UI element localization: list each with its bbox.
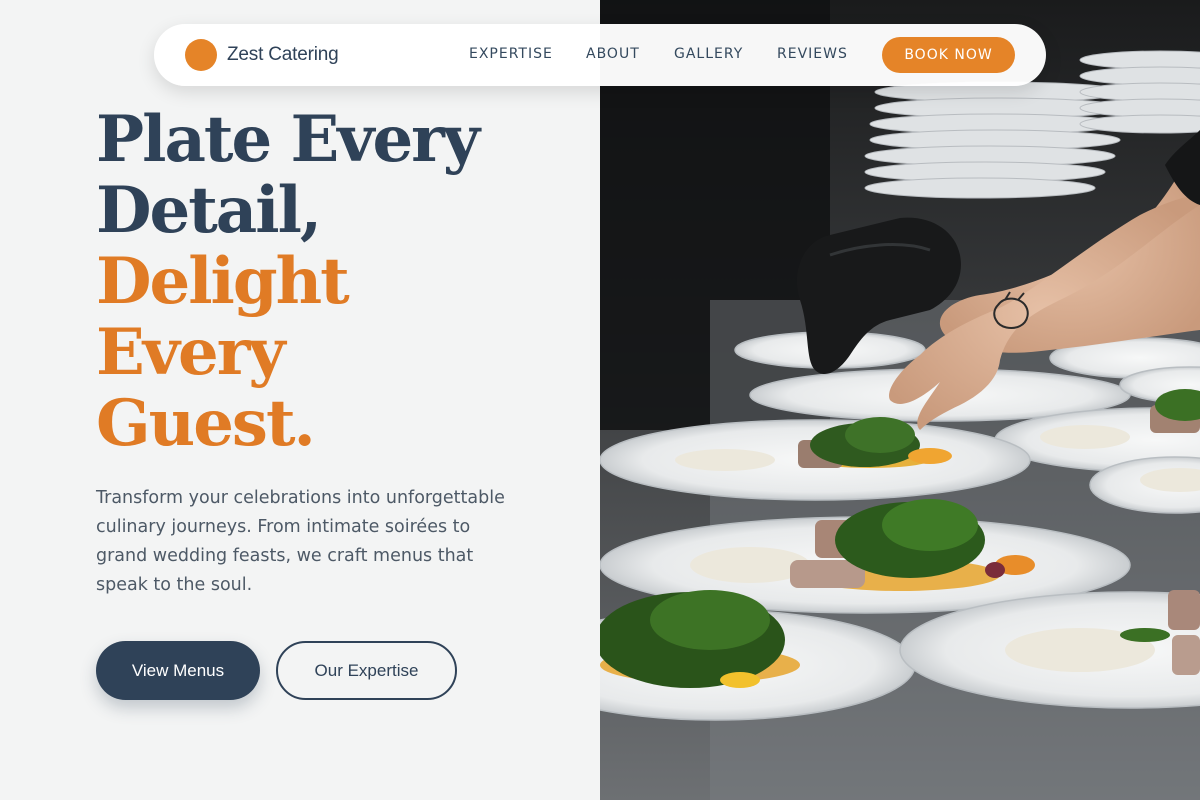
nav-link-reviews[interactable]: REVIEWS [777, 46, 848, 62]
brand-logo[interactable]: Zest Catering [185, 39, 339, 71]
headline-line-5: Guest. [96, 386, 316, 461]
nav-link-about[interactable]: ABOUT [586, 46, 640, 62]
our-expertise-button[interactable]: Our Expertise [276, 641, 457, 700]
view-menus-button[interactable]: View Menus [96, 641, 260, 700]
headline-line-1: Plate Every [96, 102, 480, 177]
headline-line-4: Every [96, 315, 286, 390]
brand-name: Zest Catering [227, 44, 339, 65]
brand-dot-icon [185, 39, 217, 71]
headline-line-2: Detail, [96, 173, 322, 248]
nav-link-expertise[interactable]: EXPERTISE [469, 46, 553, 62]
top-navigation: Zest Catering EXPERTISE ABOUT GALLERY RE… [154, 24, 1046, 86]
hero-food-photo [600, 0, 1200, 800]
nav-link-gallery[interactable]: GALLERY [674, 46, 743, 62]
headline-line-3: Delight [96, 244, 350, 319]
book-now-button[interactable]: BOOK NOW [882, 37, 1015, 73]
hero-description: Transform your celebrations into unforge… [96, 488, 505, 595]
hero-headline: Plate Every Detail, Delight Every Guest. [96, 104, 576, 459]
plated-food-photo [600, 0, 1200, 800]
hero-left-panel: Plate Every Detail, Delight Every Guest.… [0, 0, 600, 800]
